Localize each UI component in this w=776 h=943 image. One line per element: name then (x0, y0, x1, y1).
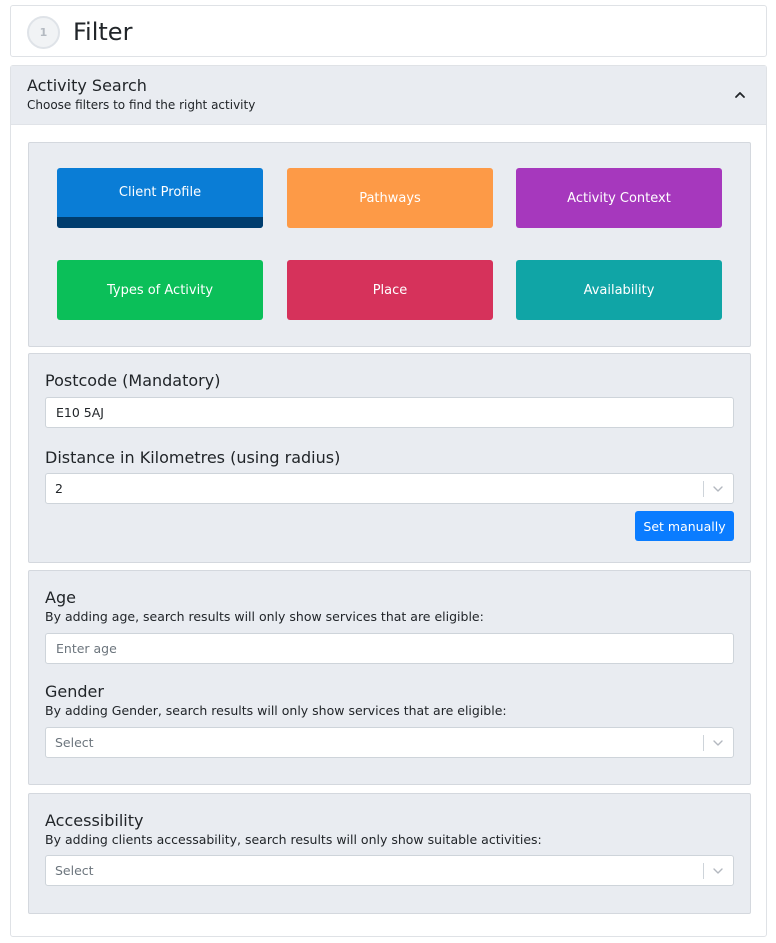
activity-context-button[interactable]: Activity Context (516, 168, 722, 228)
eligibility-panel: Age By adding age, search results will o… (28, 570, 751, 785)
select-separator (703, 735, 704, 751)
age-label: Age (45, 588, 76, 607)
place-button[interactable]: Place (287, 260, 493, 320)
types-of-activity-button[interactable]: Types of Activity (57, 260, 263, 320)
availability-label: Availability (583, 282, 655, 298)
accessibility-help-text: By adding clients accessability, search … (45, 832, 542, 847)
set-manually-button[interactable]: Set manually (635, 511, 734, 541)
active-indicator-bar (57, 217, 263, 228)
client-profile-label: Client Profile (118, 185, 202, 200)
age-help-text: By adding age, search results will only … (45, 609, 484, 624)
activity-search-card: Activity Search Choose filters to find t… (10, 65, 767, 937)
gender-select[interactable]: Select (45, 727, 734, 758)
accessibility-select[interactable]: Select (45, 855, 734, 886)
accessibility-label: Accessibility (45, 811, 144, 830)
gender-select-placeholder: Select (55, 735, 94, 750)
chevron-down-icon (713, 740, 723, 746)
types-of-activity-label: Types of Activity (106, 282, 214, 298)
chevron-up-icon[interactable] (733, 88, 747, 102)
gender-help-text: By adding Gender, search results will on… (45, 703, 507, 718)
filter-header: 1 Filter (10, 5, 767, 57)
distance-label: Distance in Kilometres (using radius) (45, 448, 341, 467)
postcode-input[interactable] (45, 397, 734, 428)
activity-context-label: Activity Context (567, 190, 671, 206)
activity-search-title: Activity Search (27, 76, 147, 95)
location-panel: Postcode (Mandatory) Distance in Kilomet… (28, 353, 751, 563)
category-filter-panel: Client Profile Pathways Activity Context… (28, 142, 751, 347)
pathways-label: Pathways (359, 190, 421, 206)
client-profile-button[interactable]: Client Profile (57, 168, 263, 228)
select-separator (703, 863, 704, 879)
page-title: Filter (73, 18, 133, 46)
chevron-down-icon (713, 486, 723, 492)
activity-search-subtitle: Choose filters to find the right activit… (27, 98, 256, 112)
gender-label: Gender (45, 682, 104, 701)
chevron-down-icon (713, 868, 723, 874)
select-separator (703, 481, 704, 497)
step-number-badge: 1 (27, 16, 60, 49)
availability-button[interactable]: Availability (516, 260, 722, 320)
distance-select[interactable]: 2 (45, 473, 734, 504)
activity-search-accordion-header[interactable]: Activity Search Choose filters to find t… (11, 66, 766, 125)
age-input[interactable] (45, 633, 734, 664)
place-label: Place (372, 282, 408, 298)
postcode-label: Postcode (Mandatory) (45, 371, 221, 390)
pathways-button[interactable]: Pathways (287, 168, 493, 228)
distance-select-value: 2 (55, 481, 63, 496)
accessibility-panel: Accessibility By adding clients accessab… (28, 793, 751, 914)
accessibility-select-placeholder: Select (55, 863, 94, 878)
